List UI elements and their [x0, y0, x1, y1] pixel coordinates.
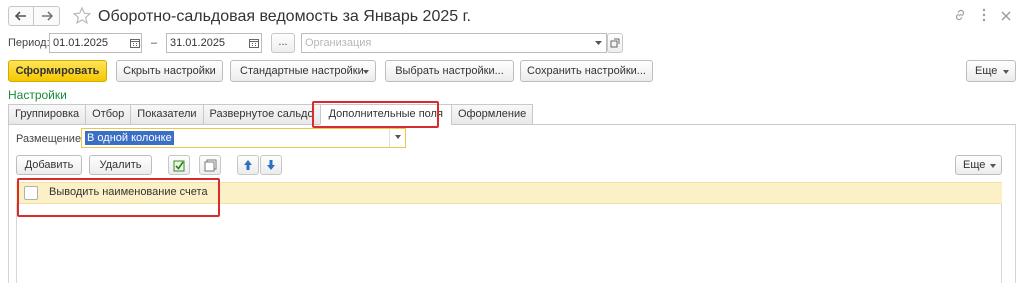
standard-settings-button[interactable]: Стандартные настройки	[230, 60, 376, 82]
uncheck-all-button[interactable]	[199, 155, 221, 175]
favorite-button[interactable]	[72, 6, 92, 26]
tab-grouping[interactable]: Группировка	[8, 104, 86, 125]
link-button[interactable]	[952, 8, 968, 24]
move-down-button[interactable]	[260, 155, 282, 175]
organization-field[interactable]: Организация	[301, 33, 607, 53]
chevron-down-icon	[990, 164, 996, 168]
date-to-calendar-button[interactable]	[246, 34, 262, 52]
tab-filter[interactable]: Отбор	[85, 104, 131, 125]
list-more-label: Еще	[963, 159, 986, 171]
tab-expanded-balance[interactable]: Развернутое сальдо	[202, 104, 320, 125]
check-all-button[interactable]	[168, 155, 190, 175]
save-settings-button[interactable]: Сохранить настройки...	[520, 60, 653, 82]
period-choose-button[interactable]: ...	[271, 33, 295, 53]
settings-title: Настройки	[8, 88, 67, 102]
period-dash: –	[151, 37, 158, 49]
chevron-down-icon	[363, 70, 369, 74]
move-up-button[interactable]	[237, 155, 259, 175]
organization-dropdown-button[interactable]	[590, 34, 606, 52]
list-more-button[interactable]: Еще	[955, 155, 1002, 175]
forward-arrow-icon	[41, 11, 53, 21]
settings-tabs: Группировка Отбор Показатели Развернутое…	[8, 104, 534, 125]
arrow-down-icon	[267, 160, 275, 170]
forward-button[interactable]	[34, 6, 60, 26]
tab-appearance[interactable]: Оформление	[450, 104, 534, 125]
period-label: Период:	[8, 37, 50, 49]
back-arrow-icon	[15, 11, 26, 21]
check-all-icon	[173, 160, 184, 171]
placement-select[interactable]: В одной колонке	[81, 128, 406, 148]
hide-settings-button[interactable]: Скрыть настройки	[116, 60, 223, 82]
close-button[interactable]	[998, 8, 1014, 24]
placement-label: Размещение:	[16, 133, 85, 145]
star-icon	[72, 6, 92, 25]
more-label: Еще	[975, 65, 998, 77]
placement-value: В одной колонке	[85, 131, 174, 145]
generate-button[interactable]: Сформировать	[8, 60, 107, 82]
more-vert-icon	[982, 8, 986, 22]
chevron-down-icon	[1003, 70, 1009, 74]
tab-indicators[interactable]: Показатели	[130, 104, 203, 125]
uncheck-all-icon	[204, 159, 216, 171]
organization-open-button[interactable]	[607, 33, 623, 53]
date-from-calendar-button[interactable]	[127, 34, 143, 52]
calendar-icon	[130, 39, 140, 48]
add-button[interactable]: Добавить	[16, 155, 82, 175]
chevron-down-icon	[394, 135, 401, 139]
standard-settings-label: Стандартные настройки	[240, 65, 364, 77]
arrow-up-icon	[244, 160, 252, 170]
more-button[interactable]: Еще	[966, 60, 1016, 82]
highlight-box-tab	[312, 101, 439, 128]
page-title: Оборотно-сальдовая ведомость за Январь 2…	[98, 8, 471, 25]
choose-settings-button[interactable]: Выбрать настройки...	[385, 60, 514, 82]
chevron-down-icon	[594, 41, 602, 45]
calendar-icon	[249, 39, 259, 48]
delete-button[interactable]: Удалить	[89, 155, 152, 175]
back-button[interactable]	[8, 6, 34, 26]
more-vert-button[interactable]	[976, 8, 992, 24]
open-icon	[610, 38, 620, 48]
link-icon	[955, 9, 965, 21]
placement-dropdown-button[interactable]	[389, 129, 405, 147]
close-icon	[1001, 11, 1011, 21]
highlight-box-field	[17, 178, 220, 217]
